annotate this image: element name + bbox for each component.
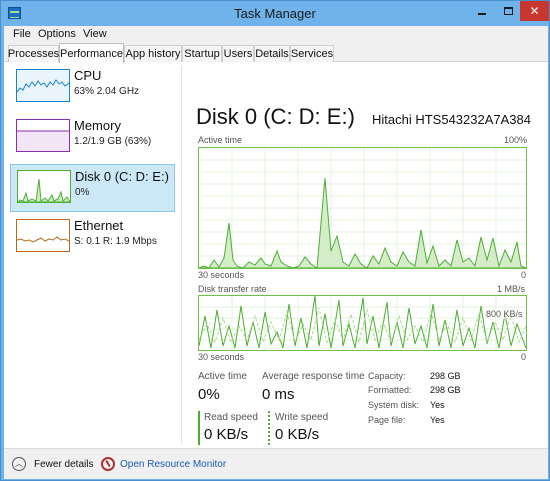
system-disk-label: System disk: [368,400,420,410]
minimize-icon [478,13,486,15]
sidebar-item-disk[interactable]: Disk 0 (C: D: E:) 0% [10,164,175,212]
close-button[interactable]: ✕ [520,1,549,21]
avg-response-stat-value: 0 ms [262,386,295,403]
page-file-value: Yes [430,415,445,425]
sidebar-item-value: S: 0.1 R: 1.9 Mbps [74,236,157,247]
open-resource-monitor-link[interactable]: Open Resource Monitor [120,459,226,470]
active-time-axis-start: 30 seconds [198,270,245,280]
formatted-value: 298 GB [430,385,461,395]
write-speed-label: Write speed [275,412,329,423]
page-title: Disk 0 (C: D: E:) [196,104,355,129]
tab-users[interactable]: Users [222,45,254,62]
sidebar-item-value: 63% 2.04 GHz [74,86,140,97]
sidebar-item-label: Ethernet [74,218,124,233]
sidebar-item-label: CPU [74,68,102,83]
sidebar-item-label: Memory [74,118,121,133]
active-time-stat-value: 0% [198,386,220,403]
memory-thumbnail-graph [16,119,70,152]
read-speed-label: Read speed [204,412,258,423]
transfer-rate-axis-end: 0 [521,352,527,362]
maximize-button[interactable] [495,1,521,21]
menu-options[interactable]: Options [38,28,76,40]
task-manager-window: Task Manager ✕ File Options View Process… [0,0,550,481]
tab-details[interactable]: Details [254,45,290,62]
write-speed-value: 0 KB/s [275,426,320,443]
sidebar-item-ethernet[interactable]: Ethernet S: 0.1 R: 1.9 Mbps [10,214,175,262]
footer-bar: ︿ Fewer details Open Resource Monitor [4,448,548,479]
chevron-up-icon[interactable]: ︿ [12,457,26,471]
performance-panel: CPU 63% 2.04 GHz Memory 1.2/1.9 GB (63%) [4,62,548,448]
disk-thumbnail-graph [16,170,71,203]
menu-bar: File Options View [4,26,548,44]
transfer-rate-graph [198,295,527,351]
read-speed-value: 0 KB/s [204,426,249,443]
tab-app-history[interactable]: App history [124,45,182,62]
maximize-icon [503,7,513,15]
active-time-graph-label: Active time [198,135,243,145]
active-time-graph [198,147,527,269]
menu-view[interactable]: View [83,28,107,40]
sidebar-item-value: 0% [75,187,90,198]
tab-startup[interactable]: Startup [182,45,222,62]
sidebar-item-cpu[interactable]: CPU 63% 2.04 GHz [10,64,175,112]
disk-model: Hitachi HTS543232A7A384 [372,112,531,127]
sidebar-item-value: 1.2/1.9 GB (63%) [74,136,152,147]
fewer-details-button[interactable]: Fewer details [34,459,93,470]
client-area: File Options View Processes Performance … [4,26,548,479]
transfer-rate-graph-label: Disk transfer rate [198,284,267,294]
avg-response-stat-label: Average response time [262,371,365,382]
title-bar[interactable]: Task Manager ✕ [1,1,549,26]
capacity-label: Capacity: [368,371,406,381]
write-speed-indicator [268,411,270,445]
capacity-value: 298 GB [430,371,461,381]
resource-monitor-icon[interactable] [101,457,115,471]
active-time-stat-label: Active time [198,371,247,382]
tab-processes[interactable]: Processes [8,45,59,62]
sidebar-item-label: Disk 0 (C: D: E:) [75,169,169,184]
sidebar-item-memory[interactable]: Memory 1.2/1.9 GB (63%) [10,114,175,162]
window-title: Task Manager [234,6,316,21]
active-time-axis-end: 0 [521,270,527,280]
transfer-rate-mid-label: 800 KB/s [486,309,523,319]
active-time-graph-max: 100% [504,135,528,145]
read-speed-indicator [198,411,200,445]
tab-services[interactable]: Services [290,45,334,62]
system-disk-value: Yes [430,400,445,410]
tab-performance[interactable]: Performance [59,43,124,63]
ethernet-thumbnail-graph [16,219,70,252]
cpu-thumbnail-graph [16,69,70,102]
transfer-rate-axis-start: 30 seconds [198,352,245,362]
transfer-rate-graph-max: 1 MB/s [497,284,526,294]
formatted-label: Formatted: [368,385,412,395]
tab-strip: Processes Performance App history Startu… [4,43,548,63]
menu-file[interactable]: File [13,28,31,40]
minimize-button[interactable] [469,1,495,21]
page-file-label: Page file: [368,415,406,425]
panel-divider [181,66,182,444]
